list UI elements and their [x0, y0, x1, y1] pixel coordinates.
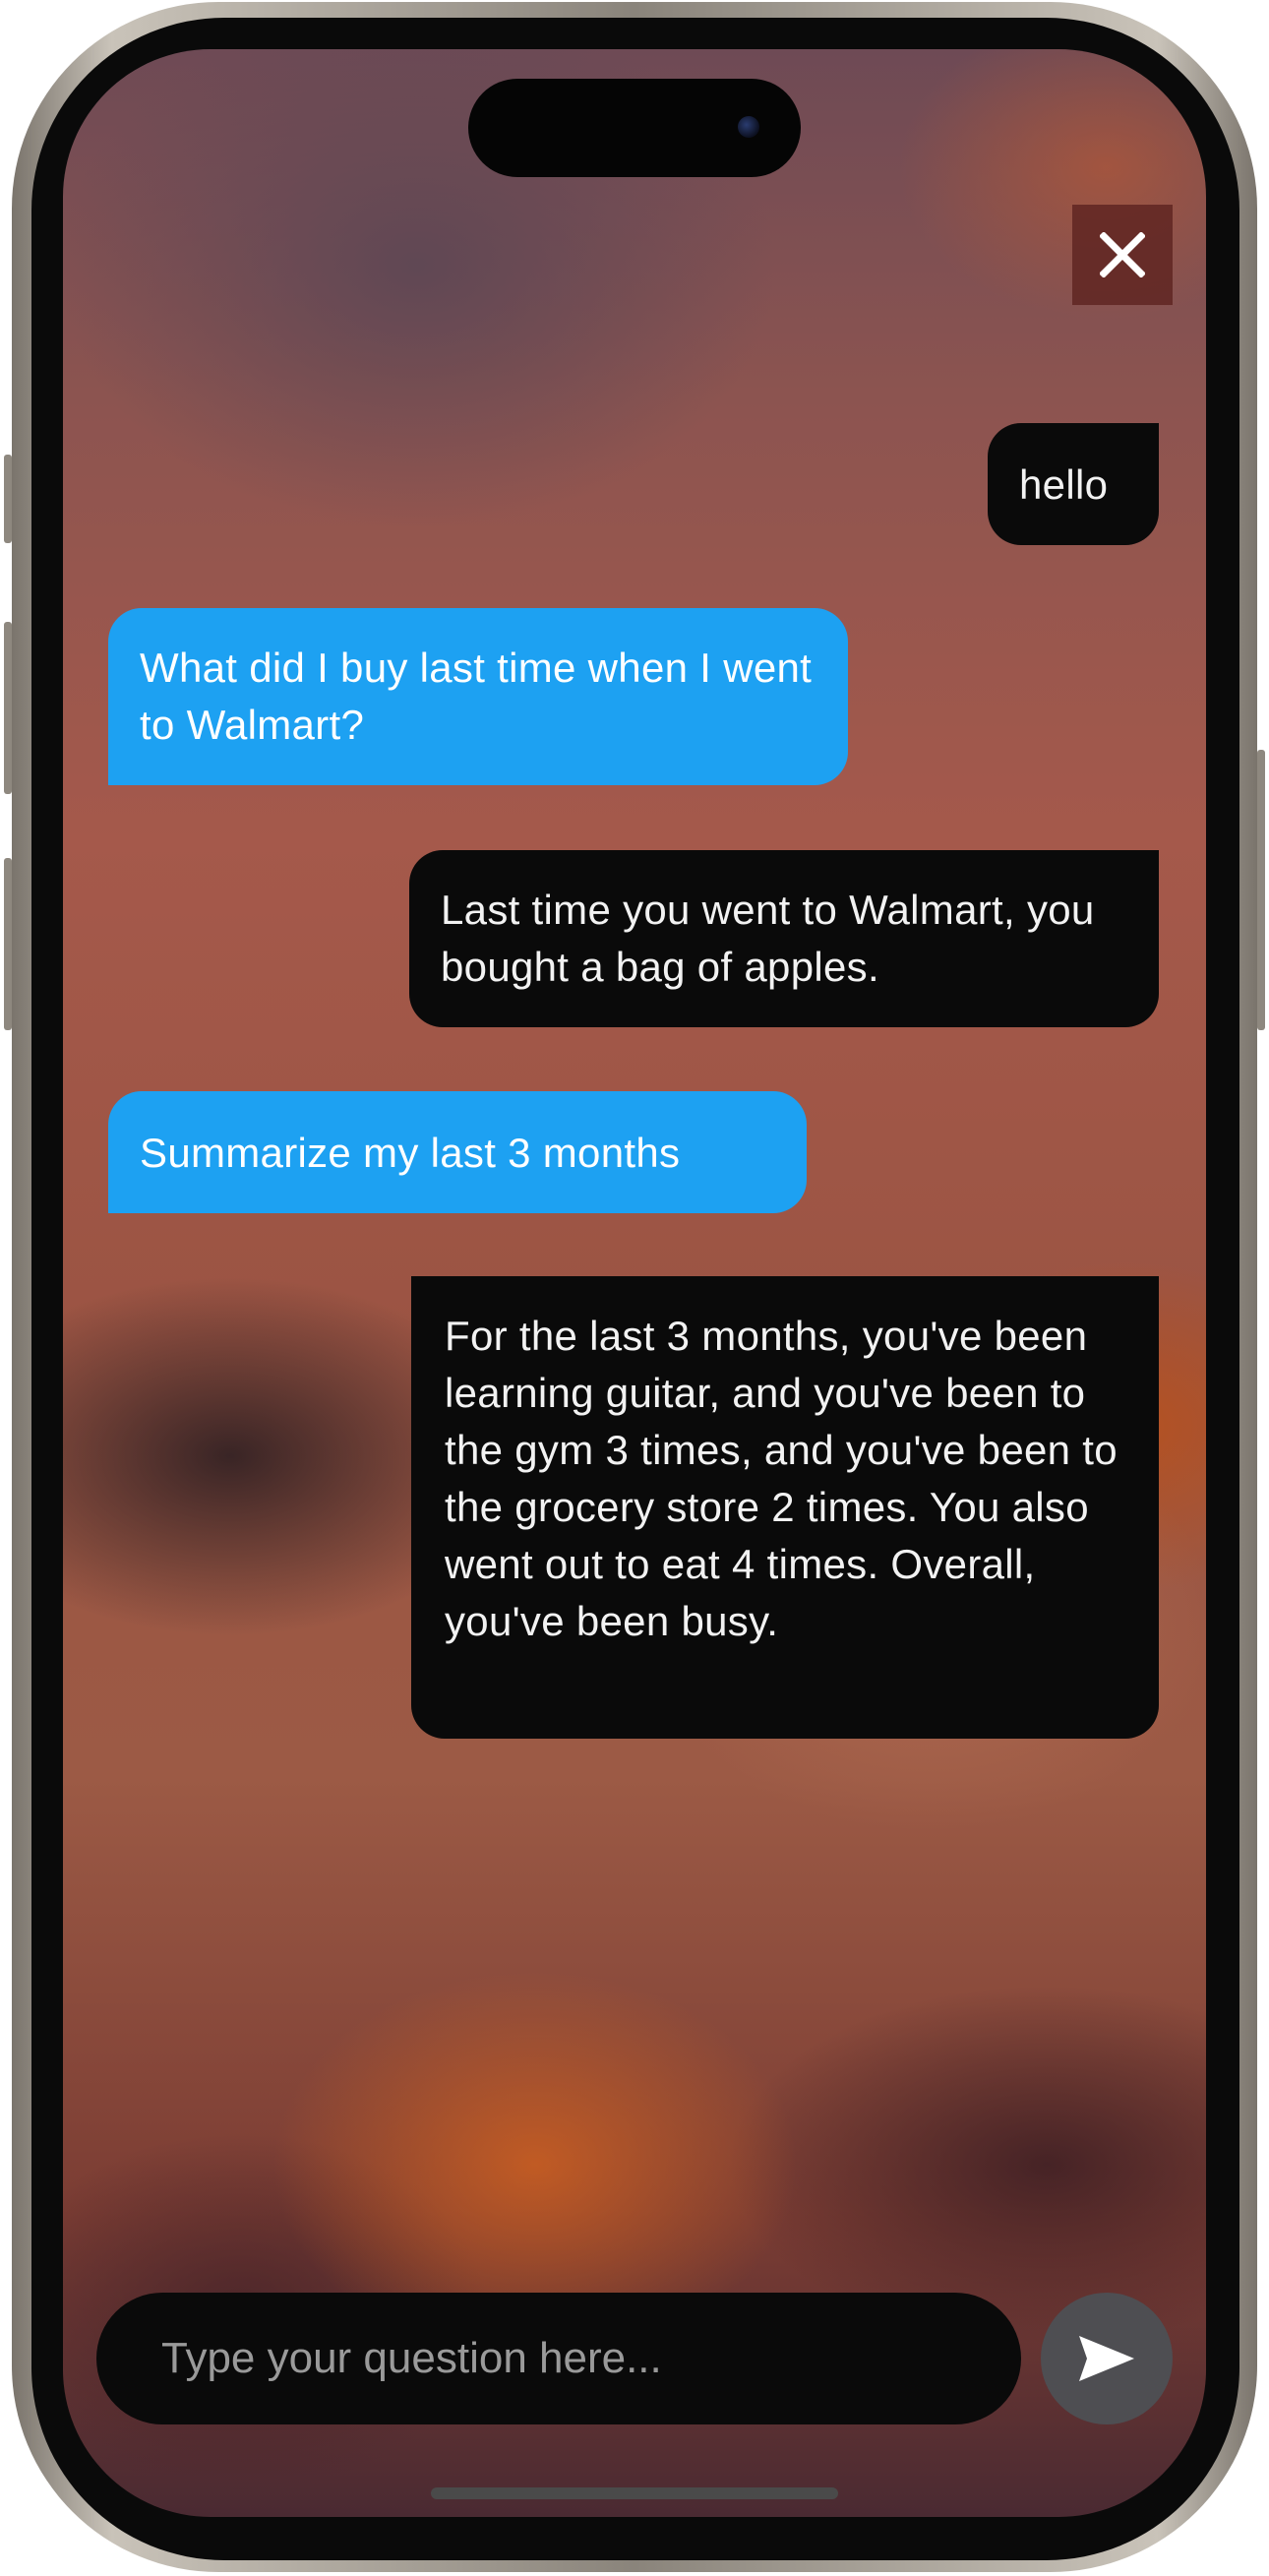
user-message: What did I buy last time when I went to … — [108, 608, 848, 785]
bot-message: hello — [988, 423, 1159, 545]
message-text: Summarize my last 3 months — [140, 1130, 681, 1176]
chat-screen: hello What did I buy last time when I we… — [63, 49, 1206, 2517]
message-text: Last time you went to Walmart, you bough… — [441, 887, 1095, 990]
power-button — [1257, 750, 1265, 1030]
volume-down-button — [4, 858, 12, 1030]
close-icon — [1100, 232, 1145, 277]
message-text: What did I buy last time when I went to … — [140, 644, 813, 748]
question-input-container[interactable] — [96, 2293, 1021, 2424]
volume-up-button — [4, 622, 12, 794]
user-message: Summarize my last 3 months — [108, 1091, 807, 1213]
dynamic-island — [468, 79, 801, 177]
message-text: For the last 3 months, you've been learn… — [445, 1313, 1118, 1644]
message-text: hello — [1019, 461, 1109, 508]
bot-message: For the last 3 months, you've been learn… — [411, 1276, 1159, 1739]
camera-icon — [738, 116, 759, 138]
bot-message: Last time you went to Walmart, you bough… — [409, 850, 1159, 1027]
close-button[interactable] — [1072, 205, 1173, 305]
send-icon — [1079, 2336, 1134, 2381]
home-indicator[interactable] — [431, 2487, 838, 2499]
question-input[interactable] — [159, 2333, 1021, 2384]
send-button[interactable] — [1041, 2293, 1173, 2424]
action-button — [4, 455, 12, 543]
